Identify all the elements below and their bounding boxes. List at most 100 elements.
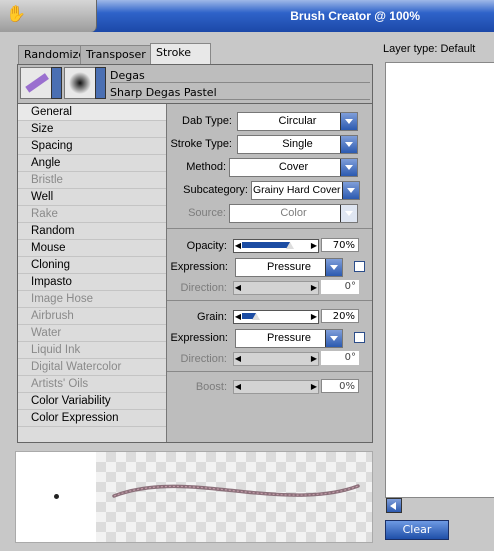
sidebar-item-mouse[interactable]: Mouse [18,240,166,257]
chevron-down-icon[interactable] [340,113,357,130]
opacity-slider-thumb[interactable] [286,242,294,249]
opacity-slider[interactable]: ◀ ▶ [233,239,319,253]
grain-slider[interactable]: ◀ ▶ [233,310,319,324]
title-bar-grip[interactable]: ✋ [0,0,97,32]
grain-direction-value[interactable]: 0° [321,351,359,365]
sidebar-item-general[interactable]: General [18,104,166,121]
boost-slider[interactable]: ◀ ▶ [233,380,319,394]
layer-preview-box [385,62,494,498]
scroll-left-icon[interactable] [386,498,402,513]
title-bar: ✋ Brush Creator @ 100% [0,0,494,32]
sidebar-item-artists-oils[interactable]: Artists' Oils [18,376,166,393]
slider-left-arrow-icon[interactable]: ◀ [234,353,242,365]
slider-right-arrow-icon[interactable]: ▶ [310,381,318,393]
opacity-expression-select[interactable]: Pressure [235,258,343,277]
grain-expression-invert-checkbox[interactable] [354,332,365,343]
chevron-down-icon[interactable] [340,159,357,176]
sidebar-item-bristle[interactable]: Bristle [18,172,166,189]
dab-preview [16,452,96,542]
stroke-preview-canvas[interactable] [96,452,372,542]
slider-left-arrow-icon[interactable]: ◀ [234,240,242,252]
slider-right-arrow-icon[interactable]: ▶ [310,353,318,365]
category-dropdown-arrow[interactable] [51,67,62,99]
tab-transposer[interactable]: Transposer [80,45,152,64]
grain-expression-label: Expression: [170,332,228,344]
sidebar-item-digital-watercolor[interactable]: Digital Watercolor [18,359,166,376]
sidebar-item-airbrush[interactable]: Airbrush [18,308,166,325]
hand-icon: ✋ [6,4,26,23]
grain-expression-select[interactable]: Pressure [235,329,343,348]
slider-right-arrow-icon[interactable]: ▶ [310,240,318,252]
chevron-down-icon[interactable] [342,182,359,199]
grain-slider-thumb[interactable] [252,313,260,320]
chevron-down-icon[interactable] [340,205,357,222]
opacity-value[interactable]: 70% [321,238,359,252]
sidebar-item-rake[interactable]: Rake [18,206,166,223]
method-value: Cover [278,161,309,173]
divider [167,371,372,372]
opacity-expression-invert-checkbox[interactable] [354,261,365,272]
stroke-type-value: Single [282,138,313,150]
general-controls: Dab Type: Circular Stroke Type: Single M… [167,104,372,442]
subcategory-select[interactable]: Grainy Hard Cover [251,181,360,200]
chevron-down-icon[interactable] [325,259,342,276]
stroke-preview-svg [112,484,360,498]
sidebar-item-impasto[interactable]: Impasto [18,274,166,291]
layer-type-label: Layer type: Default [383,43,476,55]
stroke-type-select[interactable]: Single [237,135,358,154]
sidebar-item-cloning[interactable]: Cloning [18,257,166,274]
grain-expression-value: Pressure [266,332,312,344]
opacity-slider-fill [242,242,290,248]
sidebar-item-color-expression[interactable]: Color Expression [18,410,166,427]
subcategory-label: Subcategory: [183,184,248,196]
soft-dab-icon [69,72,91,94]
stroke-preview [15,451,373,543]
boost-label: Boost: [195,381,227,393]
sidebar-item-random[interactable]: Random [18,223,166,240]
clear-button[interactable]: Clear [385,520,449,540]
tab-stroke-designer[interactable]: Stroke Designer [150,43,212,77]
sidebar-item-water[interactable]: Water [18,325,166,342]
dab-type-select[interactable]: Circular [237,112,358,131]
chevron-down-icon[interactable] [325,330,342,347]
grain-row: Grain: ◀ ▶ 20% [167,307,372,327]
source-row: Source: Color [167,203,372,223]
brush-control-list: General Size Spacing Angle Bristle Well Rake Ra… [18,104,167,442]
opacity-label: Opacity: [186,240,227,252]
opacity-direction-slider[interactable]: ◀ ▶ [233,281,319,295]
sidebar-item-well[interactable]: Well [18,189,166,206]
sidebar-item-liquid-ink[interactable]: Liquid Ink [18,342,166,359]
slider-left-arrow-icon[interactable]: ◀ [234,311,242,323]
opacity-direction-label: Direction: [180,282,227,294]
source-select[interactable]: Color [229,204,358,223]
dab-type-row: Dab Type: Circular [167,111,372,131]
slider-left-arrow-icon[interactable]: ◀ [234,282,242,294]
grain-value[interactable]: 20% [321,309,359,323]
sidebar-item-spacing[interactable]: Spacing [18,138,166,155]
brush-category-icon[interactable] [20,67,52,99]
stroke-type-label: Stroke Type: [170,138,232,150]
method-row: Method: Cover [167,157,372,177]
sidebar-item-image-hose[interactable]: Image Hose [18,291,166,308]
sidebar-item-size[interactable]: Size [18,121,166,138]
sidebar-item-color-variability[interactable]: Color Variability [18,393,166,410]
opacity-row: Opacity: ◀ ▶ 70% [167,236,372,256]
boost-value[interactable]: 0% [321,379,359,393]
opacity-direction-row: Direction: ◀ ▶ 0° [167,278,372,298]
slider-right-arrow-icon[interactable]: ▶ [310,282,318,294]
chevron-down-icon[interactable] [340,136,357,153]
grain-direction-slider[interactable]: ◀ ▶ [233,352,319,366]
sidebar-item-angle[interactable]: Angle [18,155,166,172]
stroke-designer-area: Degas Sharp Degas Pastel General Size Spac… [17,64,373,443]
pastel-stick-icon [25,73,49,93]
opacity-expression-label: Expression: [170,261,228,273]
opacity-direction-value[interactable]: 0° [321,280,359,294]
divider [167,300,372,301]
brush-variant-icon[interactable] [64,67,96,99]
method-select[interactable]: Cover [229,158,358,177]
slider-left-arrow-icon[interactable]: ◀ [234,381,242,393]
variant-dropdown-arrow[interactable] [95,67,106,99]
dab-dot [54,494,59,499]
divider [167,228,372,229]
slider-right-arrow-icon[interactable]: ▶ [310,311,318,323]
